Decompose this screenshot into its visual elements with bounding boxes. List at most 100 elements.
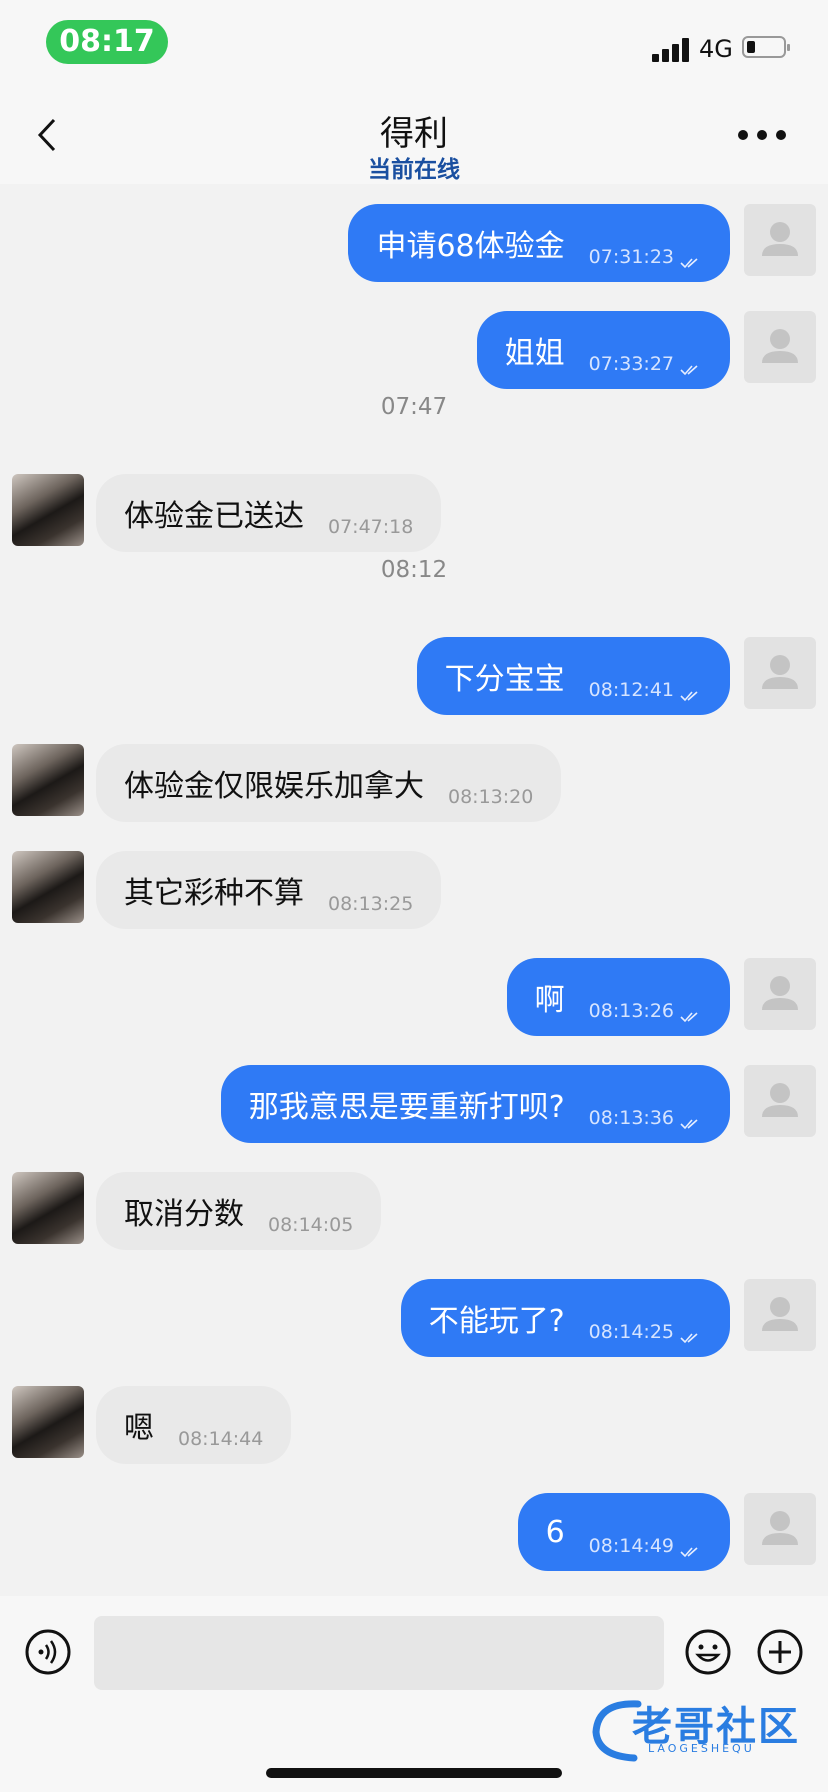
outgoing-message-bubble[interactable]: 下分宝宝 08:12:41 (416, 637, 730, 715)
emoji-button[interactable] (684, 1628, 732, 1676)
read-check-icon (680, 685, 702, 701)
my-avatar[interactable] (744, 311, 816, 383)
message-timestamp: 08:13:26 (565, 1000, 702, 1022)
default-user-icon (762, 222, 798, 256)
message-time: 08:14:44 (178, 1428, 264, 1450)
message-row: 体验金仅限娱乐加拿大 08:13:20 (0, 744, 828, 822)
contact-avatar[interactable] (12, 474, 84, 546)
message-time: 08:13:25 (328, 893, 414, 915)
default-user-icon (762, 1297, 798, 1331)
outgoing-message-bubble[interactable]: 申请68体验金 07:31:23 (348, 204, 730, 282)
voice-button[interactable] (24, 1628, 72, 1676)
incoming-message-bubble[interactable]: 其它彩种不算 08:13:25 (96, 851, 442, 929)
my-avatar[interactable] (744, 637, 816, 709)
network-type: 4G (699, 35, 733, 63)
message-time: 08:13:26 (588, 1000, 674, 1022)
my-avatar[interactable] (744, 1065, 816, 1137)
message-row: 嗯 08:14:44 (0, 1386, 828, 1464)
read-check-icon (680, 1327, 702, 1343)
time-divider: 08:12 (380, 557, 448, 583)
signal-icon (652, 36, 692, 62)
outgoing-message-bubble[interactable]: 那我意思是要重新打呗? 08:13:36 (220, 1065, 730, 1143)
voice-icon (25, 1629, 71, 1675)
my-avatar[interactable] (744, 958, 816, 1030)
chat-title: 得利 (380, 114, 448, 154)
contact-avatar[interactable] (12, 851, 84, 923)
message-time: 08:13:36 (588, 1107, 674, 1129)
default-user-icon (762, 329, 798, 363)
message-row: 其它彩种不算 08:13:25 (0, 851, 828, 929)
more-options-button[interactable] (736, 122, 788, 146)
message-text: 其它彩种不算 (124, 876, 304, 911)
message-text: 啊 (534, 983, 565, 1018)
contact-avatar[interactable] (12, 744, 84, 816)
message-timestamp: 08:13:25 (304, 893, 413, 915)
home-indicator (266, 1768, 562, 1778)
default-user-icon (762, 976, 798, 1010)
message-time: 07:31:23 (588, 246, 674, 268)
message-timestamp: 07:31:23 (565, 246, 702, 268)
read-check-icon (680, 359, 702, 375)
time-divider: 07:47 (380, 394, 448, 420)
default-user-icon (762, 1083, 798, 1117)
message-text: 体验金仅限娱乐加拿大 (124, 769, 424, 804)
message-timestamp: 08:14:05 (244, 1214, 353, 1236)
message-text: 6 (545, 1514, 565, 1550)
message-timestamp: 08:13:36 (565, 1107, 702, 1129)
message-row: 姐姐 07:33:27 (0, 311, 828, 389)
message-row: 申请68体验金 07:31:23 (0, 204, 828, 282)
message-time: 08:13:20 (448, 786, 534, 808)
outgoing-message-bubble[interactable]: 啊 08:13:26 (506, 958, 730, 1036)
watermark-subtext: LAOGESHEQU (648, 1742, 755, 1755)
message-timestamp: 08:14:49 (565, 1535, 702, 1557)
message-timestamp: 08:12:41 (565, 679, 702, 701)
message-time: 08:14:05 (268, 1214, 354, 1236)
incoming-message-bubble[interactable]: 嗯 08:14:44 (96, 1386, 292, 1464)
message-list[interactable]: 申请68体验金 07:31:23 姐姐 07:33:27 07:47 体验金已送达 07:4… (0, 184, 828, 1596)
message-text: 那我意思是要重新打呗? (248, 1090, 565, 1125)
plus-icon (757, 1629, 803, 1675)
message-text: 姐姐 (504, 336, 565, 371)
outgoing-message-bubble[interactable]: 不能玩了? 08:14:25 (400, 1279, 730, 1357)
message-time: 08:14:25 (588, 1321, 674, 1343)
incoming-message-bubble[interactable]: 体验金已送达 07:47:18 (96, 474, 442, 552)
message-text: 不能玩了? (428, 1304, 565, 1339)
message-row: 下分宝宝 08:12:41 (0, 637, 828, 715)
read-check-icon (680, 252, 702, 268)
add-button[interactable] (756, 1628, 804, 1676)
read-check-icon (680, 1113, 702, 1129)
incoming-message-bubble[interactable]: 体验金仅限娱乐加拿大 08:13:20 (96, 744, 562, 822)
message-row: 取消分数 08:14:05 (0, 1172, 828, 1250)
default-user-icon (762, 655, 798, 689)
contact-avatar[interactable] (12, 1172, 84, 1244)
message-input[interactable] (94, 1616, 664, 1690)
online-status: 当前在线 (368, 157, 460, 183)
incoming-message-bubble[interactable]: 取消分数 08:14:05 (96, 1172, 382, 1250)
battery-icon (742, 36, 790, 58)
message-time: 08:12:41 (588, 679, 674, 701)
read-check-icon (680, 1541, 702, 1557)
my-avatar[interactable] (744, 204, 816, 276)
input-bar: 老哥社区 LAOGESHEQU (0, 1596, 828, 1792)
my-avatar[interactable] (744, 1279, 816, 1351)
status-bar: 08:17 4G (0, 0, 828, 92)
my-avatar[interactable] (744, 1493, 816, 1565)
status-time: 08:17 (46, 20, 168, 64)
message-row: 那我意思是要重新打呗? 08:13:36 (0, 1065, 828, 1143)
message-timestamp: 08:14:25 (565, 1321, 702, 1343)
chat-header: 得利 当前在线 (0, 92, 828, 184)
message-row: 6 08:14:49 (0, 1493, 828, 1571)
read-check-icon (680, 1006, 702, 1022)
outgoing-message-bubble[interactable]: 姐姐 07:33:27 (476, 311, 730, 389)
default-user-icon (762, 1511, 798, 1545)
watermark-logo: 老哥社区 LAOGESHEQU (588, 1694, 818, 1764)
message-timestamp: 08:13:20 (424, 786, 533, 808)
outgoing-message-bubble[interactable]: 6 08:14:49 (517, 1493, 730, 1571)
message-text: 下分宝宝 (444, 662, 565, 697)
message-row: 体验金已送达 07:47:18 (0, 474, 828, 552)
message-time: 07:33:27 (588, 353, 674, 375)
contact-avatar[interactable] (12, 1386, 84, 1458)
emoji-icon (685, 1629, 731, 1675)
message-row: 啊 08:13:26 (0, 958, 828, 1036)
message-row: 不能玩了? 08:14:25 (0, 1279, 828, 1357)
